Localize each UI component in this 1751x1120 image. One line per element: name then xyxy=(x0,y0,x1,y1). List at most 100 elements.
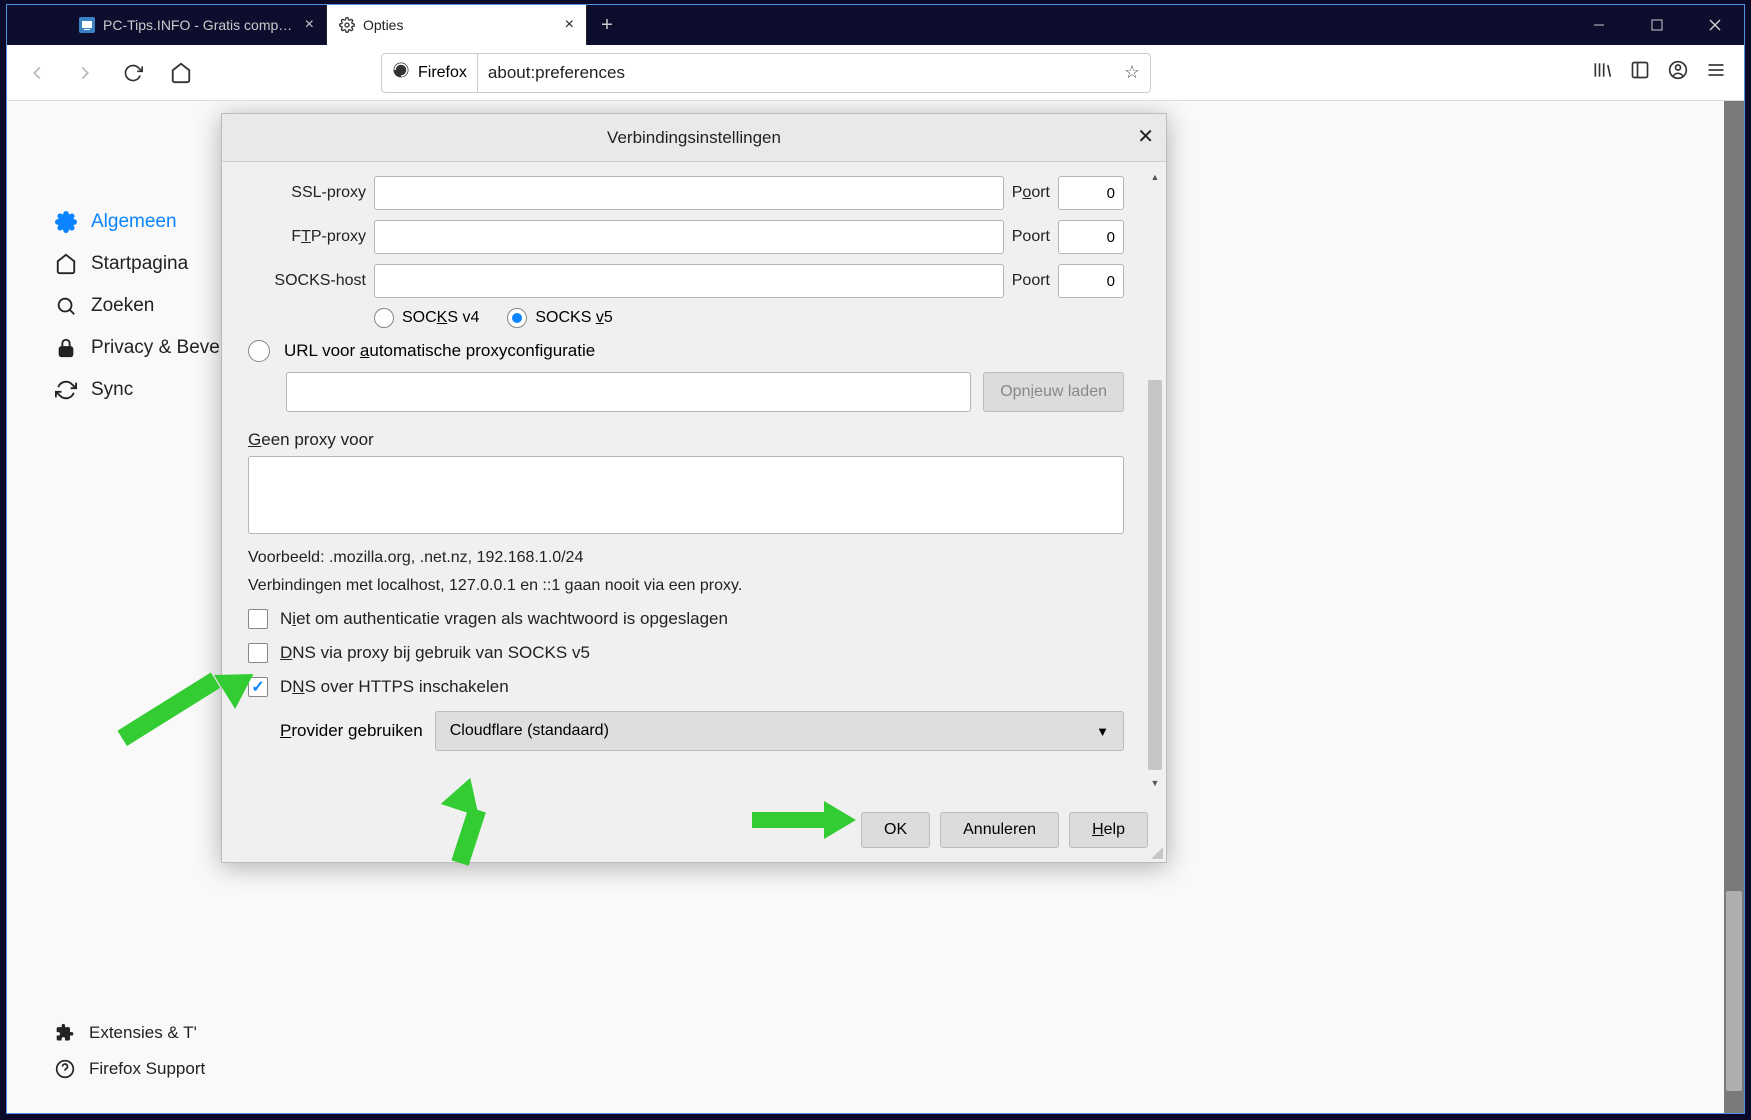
dialog-scrollbar[interactable]: ▲ ▼ xyxy=(1148,170,1162,790)
ftp-label: FTP-proxy xyxy=(248,228,366,246)
tab-strip: PC-Tips.INFO - Gratis compute… × Opties … xyxy=(7,5,1570,45)
sidebar-item-label: Algemeen xyxy=(91,211,177,233)
no-proxy-label: Geen proxy voor xyxy=(248,430,1124,450)
minimize-button[interactable] xyxy=(1570,5,1628,45)
toolbar-right xyxy=(1592,60,1732,85)
close-icon[interactable]: × xyxy=(305,16,314,34)
url-bar[interactable]: Firefox ☆ xyxy=(381,53,1151,93)
gear-icon xyxy=(339,17,355,33)
port-label: Poort xyxy=(1012,228,1050,246)
gear-icon xyxy=(55,211,77,233)
socks-version-row: SOCKS v4 SOCKS v5 xyxy=(374,308,1124,328)
tab-options[interactable]: Opties × xyxy=(327,5,587,45)
checkbox-icon xyxy=(248,677,268,697)
window-controls xyxy=(1570,5,1744,45)
home-icon xyxy=(55,253,77,275)
scroll-thumb[interactable] xyxy=(1148,380,1162,770)
socks-host-input[interactable] xyxy=(374,264,1004,298)
checkbox-label: DNS over HTTPS inschakelen xyxy=(280,677,509,697)
content-area: Algemeen Startpagina Zoeken Privacy & Be… xyxy=(7,101,1744,1113)
port-label: Poort xyxy=(1012,184,1050,202)
socks-host-row: SOCKS-host Poort xyxy=(248,264,1124,298)
localhost-note: Verbindingen met localhost, 127.0.0.1 en… xyxy=(248,577,1124,595)
port-label: Poort xyxy=(1012,272,1050,290)
sidebar-item-label: Privacy & Beve xyxy=(91,337,220,359)
sidebar-item-label: Sync xyxy=(91,379,133,401)
provider-row: Provider gebruiken Cloudflare (standaard… xyxy=(280,711,1124,751)
tab-label: PC-Tips.INFO - Gratis compute… xyxy=(103,17,297,33)
tab-pctips[interactable]: PC-Tips.INFO - Gratis compute… × xyxy=(67,5,327,45)
provider-label: Provider gebruiken xyxy=(280,721,423,741)
page-scrollbar-thumb[interactable] xyxy=(1726,891,1742,1091)
radio-label: URL voor automatische proxyconfiguratie xyxy=(284,341,595,361)
ssl-port-input[interactable] xyxy=(1058,176,1124,210)
menu-icon[interactable] xyxy=(1706,60,1726,85)
sidebar-item-label: Firefox Support xyxy=(89,1059,205,1079)
back-button[interactable] xyxy=(19,55,55,91)
maximize-button[interactable] xyxy=(1628,5,1686,45)
sync-icon xyxy=(55,379,77,401)
url-brand: Firefox xyxy=(418,64,467,82)
url-input[interactable] xyxy=(478,63,1114,83)
titlebar: PC-Tips.INFO - Gratis compute… × Opties … xyxy=(7,5,1744,45)
puzzle-icon xyxy=(55,1023,75,1043)
radio-icon xyxy=(248,340,270,362)
account-icon[interactable] xyxy=(1668,60,1688,85)
help-button[interactable]: Help xyxy=(1069,812,1148,848)
close-icon[interactable]: ✕ xyxy=(1137,124,1154,149)
dns-socks-checkbox[interactable]: DNS via proxy bij gebruik van SOCKS v5 xyxy=(248,643,1124,663)
ok-button[interactable]: OK xyxy=(861,812,930,848)
sidebar-item-label: Extensies & T' xyxy=(89,1023,197,1043)
provider-select[interactable]: Cloudflare (standaard) ▼ xyxy=(435,711,1124,751)
scroll-track[interactable] xyxy=(1148,184,1162,776)
auto-proxy-url-row: Opnieuw laden xyxy=(286,372,1124,412)
ftp-port-input[interactable] xyxy=(1058,220,1124,254)
ftp-proxy-input[interactable] xyxy=(374,220,1004,254)
dialog-title: Verbindingsinstellingen xyxy=(607,128,781,148)
firefox-icon xyxy=(392,61,410,84)
connection-settings-dialog: Verbindingsinstellingen ✕ ▲ ▼ SSL-proxy … xyxy=(221,113,1167,863)
dialog-header: Verbindingsinstellingen ✕ xyxy=(222,114,1166,162)
ssl-label: SSL-proxy xyxy=(248,184,366,202)
reload-button[interactable] xyxy=(115,55,151,91)
help-icon xyxy=(55,1059,75,1079)
scroll-up-icon[interactable]: ▲ xyxy=(1148,170,1162,184)
tab-label: Opties xyxy=(363,17,557,33)
url-identity[interactable]: Firefox xyxy=(382,54,478,92)
sidebar-bottom: Extensies & T' Firefox Support xyxy=(47,1015,267,1087)
chevron-down-icon: ▼ xyxy=(1096,724,1109,739)
reload-button[interactable]: Opnieuw laden xyxy=(983,372,1124,412)
socks-label: SOCKS-host xyxy=(248,272,366,290)
sidebar-extensions[interactable]: Extensies & T' xyxy=(47,1015,267,1051)
dialog-footer: OK Annuleren Help xyxy=(222,798,1166,862)
sidebar-item-label: Startpagina xyxy=(91,253,188,275)
select-value: Cloudflare (standaard) xyxy=(450,722,609,740)
scroll-down-icon[interactable]: ▼ xyxy=(1148,776,1162,790)
dialog-body: ▲ ▼ SSL-proxy Poort FTP-proxy xyxy=(222,162,1166,798)
socks-v4-radio[interactable]: SOCKS v4 xyxy=(374,308,479,328)
library-icon[interactable] xyxy=(1592,60,1612,85)
radio-icon xyxy=(374,308,394,328)
socks-v5-radio[interactable]: SOCKS v5 xyxy=(507,308,612,328)
ssl-proxy-row: SSL-proxy Poort xyxy=(248,176,1124,210)
home-button[interactable] xyxy=(163,55,199,91)
radio-icon xyxy=(507,308,527,328)
new-tab-button[interactable]: + xyxy=(587,5,627,45)
resize-grip-icon[interactable] xyxy=(1151,847,1163,859)
auto-proxy-url-input[interactable] xyxy=(286,372,971,412)
no-proxy-textarea[interactable] xyxy=(248,456,1124,534)
socks-port-input[interactable] xyxy=(1058,264,1124,298)
forward-button[interactable] xyxy=(67,55,103,91)
cancel-button[interactable]: Annuleren xyxy=(940,812,1059,848)
ssl-proxy-input[interactable] xyxy=(374,176,1004,210)
checkbox-label: Niet om authenticatie vragen als wachtwo… xyxy=(280,609,728,629)
example-text: Voorbeeld: .mozilla.org, .net.nz, 192.16… xyxy=(248,549,1124,567)
auto-proxy-url-radio[interactable]: URL voor automatische proxyconfiguratie xyxy=(248,340,1124,362)
bookmark-star-icon[interactable]: ☆ xyxy=(1114,62,1150,83)
close-window-button[interactable] xyxy=(1686,5,1744,45)
close-icon[interactable]: × xyxy=(565,16,574,34)
dns-https-checkbox[interactable]: DNS over HTTPS inschakelen xyxy=(248,677,1124,697)
sidebar-support[interactable]: Firefox Support xyxy=(47,1051,267,1087)
sidebar-toggle-icon[interactable] xyxy=(1630,60,1650,85)
no-auth-checkbox[interactable]: Niet om authenticatie vragen als wachtwo… xyxy=(248,609,1124,629)
